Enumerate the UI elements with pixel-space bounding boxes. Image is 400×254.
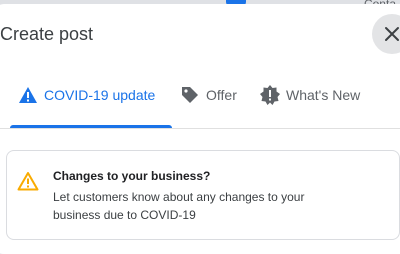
- new-badge-icon: [260, 85, 280, 105]
- warning-icon: [19, 87, 37, 103]
- tab-offer[interactable]: Offer: [180, 62, 237, 128]
- tab-whats-new[interactable]: What's New: [260, 62, 360, 128]
- tab-covid-19-update[interactable]: COVID-19 update: [18, 62, 155, 128]
- create-post-dialog: Create post COVID-19 update Offer What's…: [0, 4, 400, 254]
- close-icon: [385, 27, 399, 41]
- active-tab-indicator: [10, 125, 172, 128]
- warning-outline-icon: [17, 172, 39, 191]
- tab-label: COVID-19 update: [44, 87, 156, 103]
- close-button[interactable]: [372, 14, 400, 54]
- dialog-title: Create post: [0, 24, 94, 44]
- covid-notice-card: Changes to your business? Let customers …: [6, 150, 400, 240]
- tab-label: Offer: [206, 87, 237, 103]
- post-type-tabs: COVID-19 update Offer What's New: [0, 62, 400, 129]
- tab-label: What's New: [286, 87, 361, 103]
- notice-heading: Changes to your business?: [53, 169, 211, 183]
- notice-body: Let customers know about any changes to …: [53, 190, 305, 222]
- tag-icon: [182, 87, 198, 103]
